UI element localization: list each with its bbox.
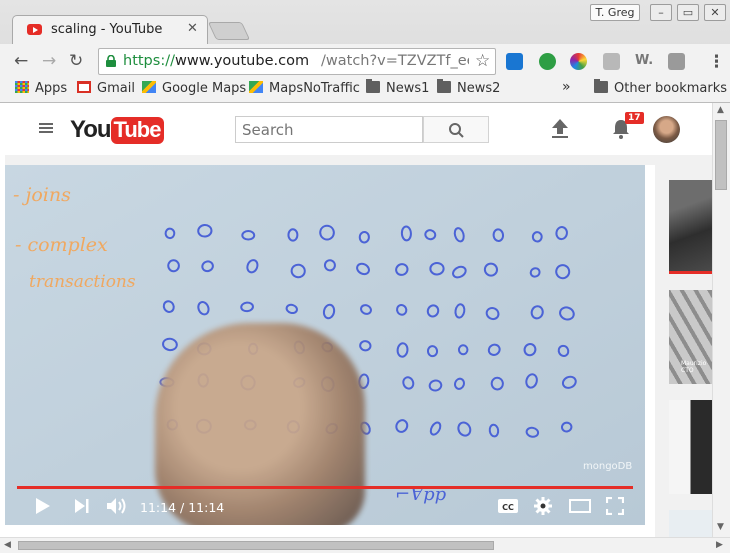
header-divider	[5, 155, 712, 165]
reload-icon[interactable]: ↻	[69, 51, 83, 71]
bookmark-mapsnotraffic[interactable]: MapsNoTraffic	[249, 81, 360, 96]
lock-icon	[106, 55, 116, 67]
bookmarks-bar: Apps Gmail Google Maps MapsNoTraffic New…	[0, 78, 730, 102]
extension-blue-icon[interactable]	[506, 53, 523, 70]
notification-count-badge: 17	[625, 112, 644, 124]
video-player[interactable]: - joins - complex transactions ⌐Ɐpp mong…	[5, 165, 645, 525]
current-time: 11:14	[140, 500, 177, 515]
volume-icon[interactable]	[106, 497, 128, 515]
extension-user-icon[interactable]	[603, 53, 620, 70]
minimize-button[interactable]: –	[650, 4, 672, 21]
youtube-logo[interactable]: You Tube	[70, 116, 165, 144]
bookmark-gmail[interactable]: Gmail	[77, 81, 135, 96]
folder-icon	[594, 79, 608, 93]
tab-scaling-youtube[interactable]: scaling - YouTube ✕	[12, 15, 208, 45]
maximize-button[interactable]: ▭	[677, 4, 699, 21]
chrome-menu-icon[interactable]: ⋮	[708, 52, 725, 72]
back-arrow-icon[interactable]: ←	[14, 51, 28, 71]
note-transactions: transactions	[29, 272, 136, 292]
bookmark-label: Gmail	[97, 81, 135, 96]
search-input[interactable]	[236, 117, 422, 142]
search-button[interactable]	[423, 116, 489, 143]
forward-arrow-icon[interactable]: →	[42, 51, 56, 71]
extension-gray-icon[interactable]	[668, 53, 685, 70]
progress-bar[interactable]	[17, 486, 633, 489]
bookmark-label: Google Maps	[162, 81, 247, 96]
horizontal-scroll-thumb[interactable]	[18, 541, 494, 550]
guide-menu-icon[interactable]	[39, 123, 53, 133]
apps-grid-icon	[15, 81, 29, 93]
youtube-page: YouTube 17	[5, 103, 712, 537]
folder-icon	[437, 79, 451, 93]
bookmark-label: News2	[457, 81, 501, 96]
bookmark-google-maps[interactable]: Google Maps	[142, 81, 246, 96]
new-tab-button[interactable]	[207, 22, 251, 40]
scroll-up-arrow-icon[interactable]: ▲	[717, 105, 724, 115]
time-separator: /	[176, 500, 189, 515]
url-host: www.youtube.com	[175, 53, 310, 69]
search-icon	[449, 123, 464, 138]
browser-toolbar: ← → ↻ https:// www.youtube.com /watch?v=…	[0, 44, 730, 78]
bookmark-star-icon[interactable]: ☆	[475, 51, 490, 71]
tab-title: scaling - YouTube	[51, 22, 163, 37]
related-video-thumbnail[interactable]: Maurizio CTO	[669, 290, 712, 384]
extension-color-wheel-icon[interactable]	[570, 53, 587, 70]
player-controls: 11:14 / 11:14 CC	[5, 491, 645, 525]
tab-close-icon[interactable]: ✕	[187, 21, 198, 36]
extension-green-icon[interactable]	[539, 53, 556, 70]
note-complex: - complex	[15, 234, 108, 256]
bookmark-label: Apps	[35, 81, 68, 96]
title-bar: scaling - YouTube ✕ T. Greg – ▭ ✕	[0, 0, 730, 45]
close-window-button[interactable]: ✕	[704, 4, 726, 21]
scroll-down-arrow-icon[interactable]: ▼	[717, 522, 724, 532]
logo-tube-text: Tube	[110, 116, 165, 144]
captions-icon[interactable]: CC	[497, 498, 519, 514]
related-video-thumbnail[interactable]	[669, 180, 712, 274]
related-videos-sidebar: Maurizio CTO	[655, 165, 712, 537]
next-icon[interactable]	[74, 497, 90, 515]
bookmark-label: News1	[386, 81, 430, 96]
bookmark-apps[interactable]: Apps	[15, 81, 67, 96]
related-video-thumbnail[interactable]	[669, 400, 712, 494]
url-scheme: https://	[123, 53, 175, 69]
scroll-left-arrow-icon[interactable]: ◀	[4, 540, 11, 550]
search-input-wrapper	[235, 116, 423, 143]
bookmark-news1[interactable]: News1	[366, 79, 430, 96]
settings-gear-icon[interactable]	[534, 497, 552, 515]
vertical-scrollbar[interactable]: ▲ ▼	[712, 103, 730, 537]
bookmark-label: MapsNoTraffic	[269, 81, 360, 96]
extension-w-icon[interactable]: W.	[635, 53, 653, 70]
duration: 11:14	[188, 500, 225, 515]
gmail-icon	[77, 81, 91, 93]
bookmark-news2[interactable]: News2	[437, 79, 501, 96]
play-icon[interactable]	[35, 497, 51, 515]
theater-mode-icon[interactable]	[569, 499, 591, 513]
mongodb-watermark: mongoDB	[583, 461, 633, 472]
profile-button[interactable]: T. Greg	[590, 4, 640, 21]
time-display: 11:14 / 11:14	[140, 500, 224, 515]
thumbnail-caption: Maurizio CTO	[681, 360, 707, 374]
other-bookmarks-label: Other bookmarks	[614, 81, 728, 96]
logo-you-text: You	[70, 116, 112, 143]
captions-label: CC	[502, 503, 514, 512]
maps-icon	[142, 81, 156, 93]
vertical-scroll-thumb[interactable]	[715, 120, 727, 190]
maps-icon	[249, 81, 263, 93]
note-joins: - joins	[13, 184, 71, 206]
youtube-favicon-icon	[27, 24, 42, 35]
fullscreen-icon[interactable]	[606, 497, 624, 515]
upload-icon[interactable]	[551, 119, 569, 139]
folder-icon	[366, 79, 380, 93]
browser-chrome: scaling - YouTube ✕ T. Greg – ▭ ✕ ← → ↻ …	[0, 0, 730, 103]
bookmarks-overflow-button[interactable]: »	[562, 79, 571, 95]
scroll-right-arrow-icon[interactable]: ▶	[716, 540, 723, 550]
related-video-thumbnail[interactable]	[669, 510, 712, 537]
youtube-header: YouTube 17	[5, 103, 712, 155]
avatar[interactable]	[653, 116, 680, 143]
url-path: /watch?v=TZVZTf_eeaM&feature=youtu.be	[321, 53, 469, 69]
address-bar[interactable]: https:// www.youtube.com /watch?v=TZVZTf…	[98, 48, 496, 75]
horizontal-scrollbar[interactable]: ◀ ▶	[0, 537, 730, 553]
other-bookmarks[interactable]: Other bookmarks	[594, 79, 728, 96]
